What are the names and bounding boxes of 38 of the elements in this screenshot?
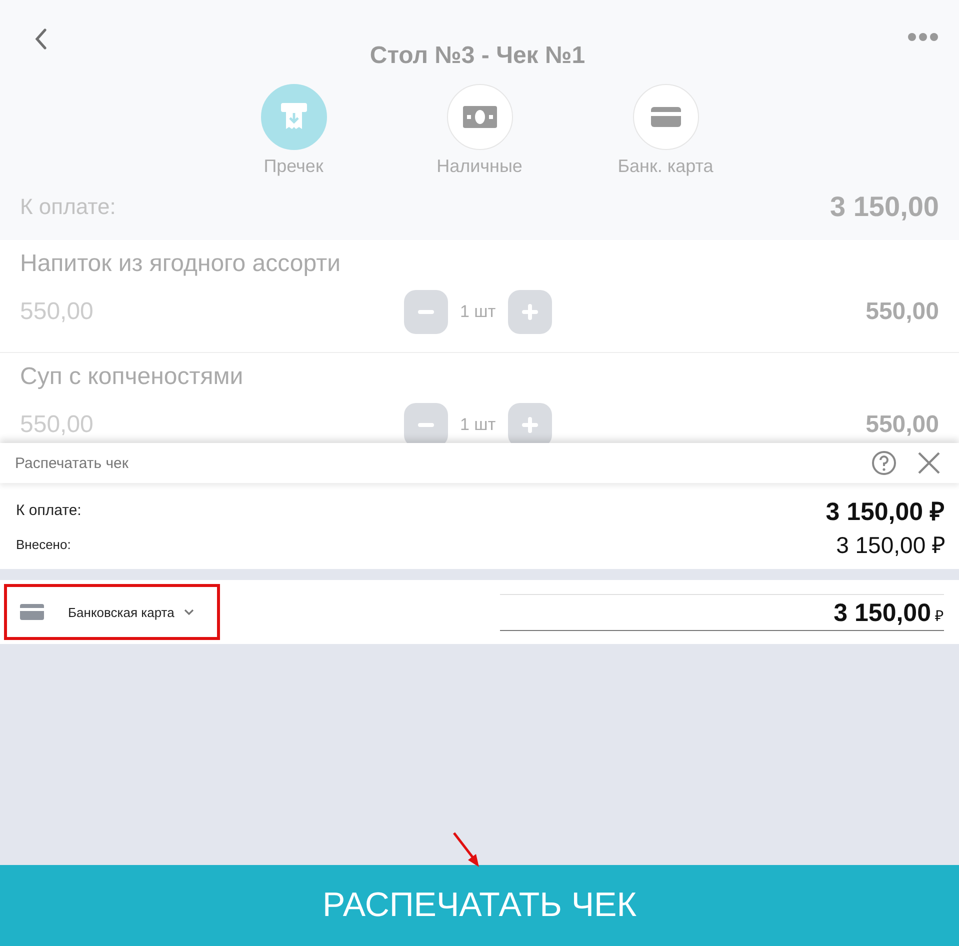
back-icon[interactable] — [34, 28, 48, 50]
due-amount: 3 150,00 — [830, 191, 939, 223]
item-quantity: 1 шт — [460, 415, 496, 435]
paid-label: Внесено: — [16, 536, 71, 552]
paid-amount: 3 150,00 ₽ — [836, 531, 945, 560]
help-icon[interactable] — [871, 450, 897, 476]
currency-sign: ₽ — [935, 606, 944, 624]
item-total: 550,00 — [866, 411, 939, 439]
item-name: Напиток из ягодного ассорти — [20, 250, 342, 278]
card-icon — [650, 107, 680, 127]
amount-field[interactable]: 3 150,00 ₽ — [500, 594, 944, 630]
item-quantity: 1 шт — [460, 302, 496, 322]
minus-icon — [418, 423, 434, 427]
payment-mode-label: Банк. карта — [618, 156, 714, 177]
item-total: 550,00 — [866, 298, 939, 326]
increase-button[interactable] — [508, 290, 552, 334]
window-title: Стол №3 - Чек №1 — [370, 42, 586, 70]
minus-icon — [418, 310, 434, 314]
amount-value: 3 150,00 — [834, 598, 931, 628]
due-amount: 3 150,00 ₽ — [826, 497, 945, 527]
chevron-icon — [184, 608, 194, 616]
more-icon[interactable] — [906, 32, 939, 42]
due-label: К оплате: — [20, 194, 116, 220]
increase-button[interactable] — [508, 403, 552, 443]
payment-method-dropdown[interactable]: Банковская карта — [4, 584, 220, 640]
plus-icon — [520, 416, 539, 434]
receipt-icon — [280, 103, 306, 131]
item-name: Суп с копченостями — [20, 363, 244, 391]
payment-mode-label: Наличные — [436, 156, 522, 177]
decrease-button[interactable] — [404, 290, 448, 334]
decrease-button[interactable] — [404, 403, 448, 443]
plus-icon — [520, 303, 539, 321]
dialog-title: Распечатать чек — [15, 454, 130, 472]
due-label: К оплате: — [16, 502, 82, 518]
banknote-icon — [462, 106, 496, 128]
close-icon[interactable] — [917, 451, 941, 475]
card-icon — [20, 604, 44, 620]
payment-mode-label: Пречек — [264, 156, 324, 177]
